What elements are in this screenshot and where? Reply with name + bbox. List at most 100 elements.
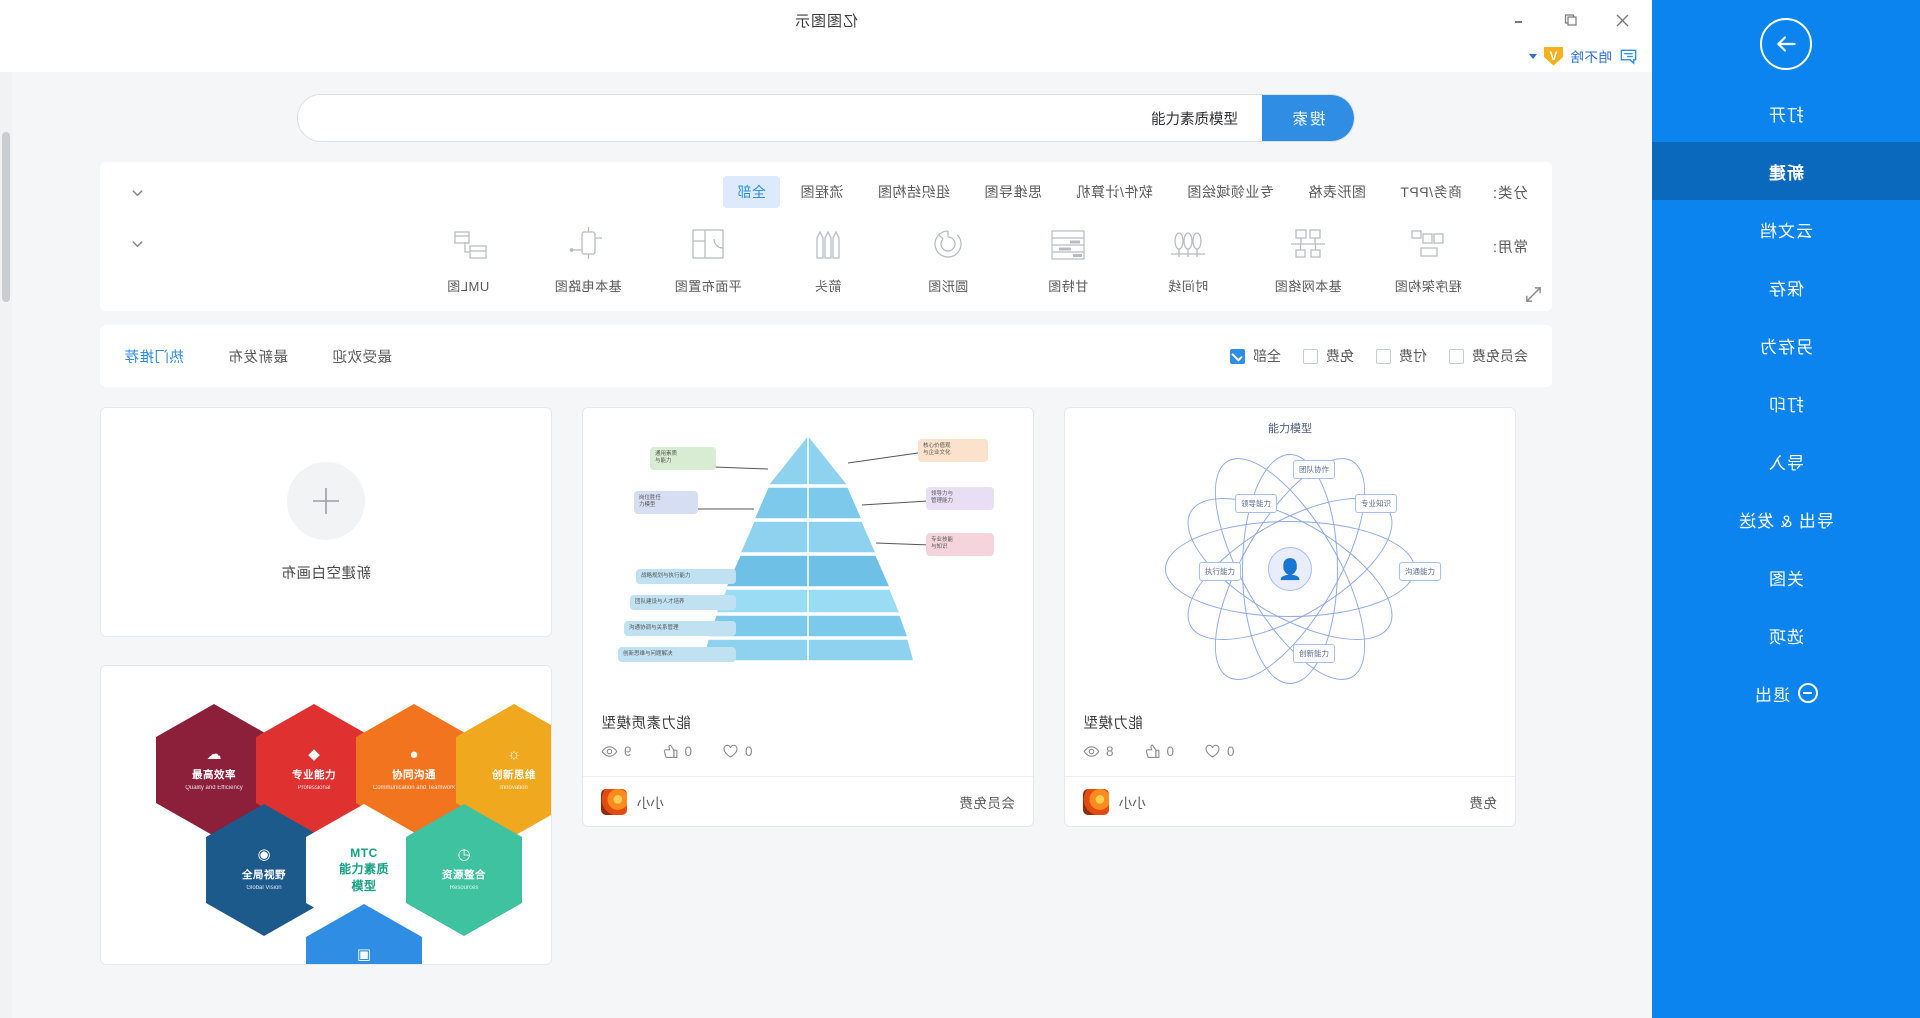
new-blank-canvas-card[interactable]: 新建空白画布 bbox=[100, 407, 552, 637]
sidebar-item-label: 选项 bbox=[1768, 627, 1804, 647]
tile-circular-chart[interactable]: 圆形图 bbox=[900, 220, 996, 295]
checkbox-icon[interactable] bbox=[1303, 348, 1318, 364]
sidebar-item-import[interactable]: 导入 bbox=[1652, 432, 1920, 490]
tile-label: 平面布置图 bbox=[674, 279, 742, 294]
card-meta: 能力素质模型 9 0 0 bbox=[583, 708, 1033, 776]
category-item-charts-tables[interactable]: 图形表格 bbox=[1294, 176, 1380, 208]
category-item-all[interactable]: 全部 bbox=[722, 176, 780, 208]
category-label: 分类: bbox=[1491, 185, 1528, 202]
tile-uml-diagram[interactable]: UML图 bbox=[420, 220, 516, 295]
filter-checkbox-all[interactable]: 全部 bbox=[1230, 346, 1281, 366]
floor-plan-icon bbox=[680, 220, 736, 270]
uml-diagram-icon bbox=[440, 220, 496, 270]
pyramid-tag: 领导力与 管理能力 bbox=[926, 487, 994, 510]
thumbs-up-icon bbox=[662, 743, 679, 760]
account-name[interactable]: 咱不啥 bbox=[1570, 46, 1612, 66]
outer-scrollbar[interactable] bbox=[0, 72, 12, 1018]
template-card-hexagon[interactable]: ☁ 最高效率 Quality and Efficiency ◆ 专业能力 Pro… bbox=[100, 665, 552, 965]
category-item-mind-map[interactable]: 思维导图 bbox=[970, 176, 1056, 208]
gantt-chart-icon bbox=[1040, 220, 1096, 270]
sort-most-liked[interactable]: 最受欢迎 bbox=[332, 346, 392, 367]
tile-timeline[interactable]: 时间线 bbox=[1140, 220, 1236, 295]
minimize-button[interactable] bbox=[1508, 9, 1530, 31]
checkbox-icon[interactable] bbox=[1449, 348, 1464, 364]
sort-newest[interactable]: 最新发布 bbox=[228, 346, 288, 367]
pyramid-tag: 沟通协调与关系管理 bbox=[624, 621, 736, 637]
main-area: 亿图图示 咱不啥 V 搜索 能力素质模型 分类: 全部 流程图 组织结构图 思维… bbox=[0, 0, 1652, 1018]
tile-network-diagram[interactable]: 基本网络图 bbox=[1260, 220, 1356, 295]
message-icon[interactable] bbox=[1619, 47, 1638, 66]
tile-gantt-chart[interactable]: 甘特图 bbox=[1020, 220, 1116, 295]
tile-floor-plan[interactable]: 平面布置图 bbox=[660, 220, 756, 295]
pyramid-tag: 战略规划与执行能力 bbox=[636, 569, 736, 585]
card-price: 会员免费 bbox=[959, 795, 1015, 811]
sidebar: 打开 新建 云文档 保存 另存为 打印 导入 导出 & 发送 关图 选项 退出 bbox=[1652, 0, 1920, 1018]
hexagon-cell: ▣ 执行落地 Execution bbox=[306, 904, 422, 965]
price-filter-group: 全部 免费 付费 会员免费 bbox=[1230, 346, 1528, 366]
minimize-icon bbox=[1513, 14, 1526, 27]
chevron-down-icon[interactable] bbox=[124, 220, 151, 251]
filter-checkbox-free[interactable]: 免费 bbox=[1303, 346, 1354, 366]
chevron-down-icon[interactable] bbox=[1529, 53, 1537, 59]
sidebar-item-save-as[interactable]: 另存为 bbox=[1652, 316, 1920, 374]
category-item-software[interactable]: 软件/计算机 bbox=[1062, 176, 1167, 208]
filter-checkbox-paid[interactable]: 付费 bbox=[1376, 346, 1427, 366]
thumbs-up-icon bbox=[1144, 743, 1161, 760]
sidebar-item-cloud-docs[interactable]: 云文档 bbox=[1652, 200, 1920, 258]
sidebar-item-close-diagram[interactable]: 关图 bbox=[1652, 548, 1920, 606]
close-button[interactable] bbox=[1612, 9, 1634, 31]
sidebar-item-export-send[interactable]: 导出 & 发送 bbox=[1652, 490, 1920, 548]
atom-node: 沟通能力 bbox=[1399, 562, 1441, 581]
hexagon-sub: Professional bbox=[297, 785, 331, 792]
sidebar-item-label: 导出 & 发送 bbox=[1738, 511, 1834, 531]
checkbox-icon[interactable] bbox=[1376, 348, 1391, 364]
filter-checkbox-member-free[interactable]: 会员免费 bbox=[1449, 346, 1528, 366]
sidebar-item-new[interactable]: 新建 bbox=[1652, 142, 1920, 200]
filter-label: 会员免费 bbox=[1472, 348, 1528, 364]
sidebar-item-save[interactable]: 保存 bbox=[1652, 258, 1920, 316]
sidebar-item-exit[interactable]: 退出 bbox=[1652, 664, 1920, 722]
restore-icon bbox=[1565, 13, 1578, 27]
sort-popular[interactable]: 热门推荐 bbox=[124, 346, 184, 367]
circular-chart-icon bbox=[920, 220, 976, 270]
arrows-icon bbox=[800, 220, 856, 270]
atom-node: 创新能力 bbox=[1293, 644, 1335, 663]
window-controls bbox=[1508, 9, 1652, 31]
card-thumbnail: 核心价值观 与企业文化 领导力与 管理能力 专业技能 与知识 通用素质 与能力 岗位胜任… bbox=[583, 408, 1033, 708]
chevron-down-icon[interactable] bbox=[124, 185, 151, 200]
atom-node: 执行能力 bbox=[1199, 562, 1241, 581]
search-input[interactable] bbox=[298, 95, 1262, 141]
category-item-professional[interactable]: 专业领域绘图 bbox=[1173, 176, 1288, 208]
tile-program-architecture[interactable]: 程序架构图 bbox=[1380, 220, 1476, 295]
tile-circuit-diagram[interactable]: 基本电路图 bbox=[540, 220, 636, 295]
common-label: 常用: bbox=[1491, 240, 1528, 256]
expand-diagonal-icon[interactable] bbox=[1525, 286, 1542, 303]
template-card-atom[interactable]: 能力模型 👤 领导能力 专业知识 沟通能力 执行能力 创新能力 团队协作 能力模… bbox=[1064, 407, 1516, 827]
sidebar-item-label: 另存为 bbox=[1759, 337, 1813, 357]
sidebar-item-options[interactable]: 选项 bbox=[1652, 606, 1920, 664]
hexagon-sub: Communication and Teamwork bbox=[372, 785, 456, 792]
filter-label: 付费 bbox=[1399, 348, 1427, 364]
category-item-org-chart[interactable]: 组织结构图 bbox=[863, 176, 964, 208]
search-button[interactable]: 搜索 bbox=[1262, 94, 1354, 142]
checkbox-icon[interactable] bbox=[1230, 348, 1245, 364]
filter-label: 全部 bbox=[1253, 348, 1281, 364]
sidebar-item-print[interactable]: 打印 bbox=[1652, 374, 1920, 432]
atom-core-icon: 👤 bbox=[1268, 547, 1312, 591]
maximize-button[interactable] bbox=[1560, 9, 1582, 31]
pyramid-tag: 专业技能 与知识 bbox=[926, 533, 994, 556]
hexagon-title: 能力素质 模型 bbox=[338, 862, 389, 893]
category-item-flowchart[interactable]: 流程图 bbox=[786, 176, 858, 208]
category-item-business-ppt[interactable]: 商务/PPT bbox=[1386, 176, 1476, 208]
back-arrow-button[interactable] bbox=[1760, 18, 1812, 70]
tile-arrows[interactable]: 箭头 bbox=[780, 220, 876, 295]
grid-column-2: 核心价值观 与企业文化 领导力与 管理能力 专业技能 与知识 通用素质 与能力 岗位胜任… bbox=[582, 407, 1034, 827]
category-list: 全部 流程图 组织结构图 思维导图 软件/计算机 专业领域绘图 图形表格 商务/… bbox=[151, 176, 1476, 208]
tile-label: 基本网络图 bbox=[1274, 279, 1342, 294]
template-card-pyramid[interactable]: 核心价值观 与企业文化 领导力与 管理能力 专业技能 与知识 通用素质 与能力 岗位胜任… bbox=[582, 407, 1034, 827]
scrollbar-thumb[interactable] bbox=[2, 132, 10, 302]
blank-canvas-label: 新建空白画布 bbox=[281, 565, 371, 582]
content-scroll-area[interactable]: 搜索 分类: 全部 流程图 组织结构图 思维导图 软件/计算机 bbox=[0, 72, 1652, 1018]
tile-label: 甘特图 bbox=[1047, 279, 1089, 294]
sidebar-item-open[interactable]: 打开 bbox=[1652, 84, 1920, 142]
